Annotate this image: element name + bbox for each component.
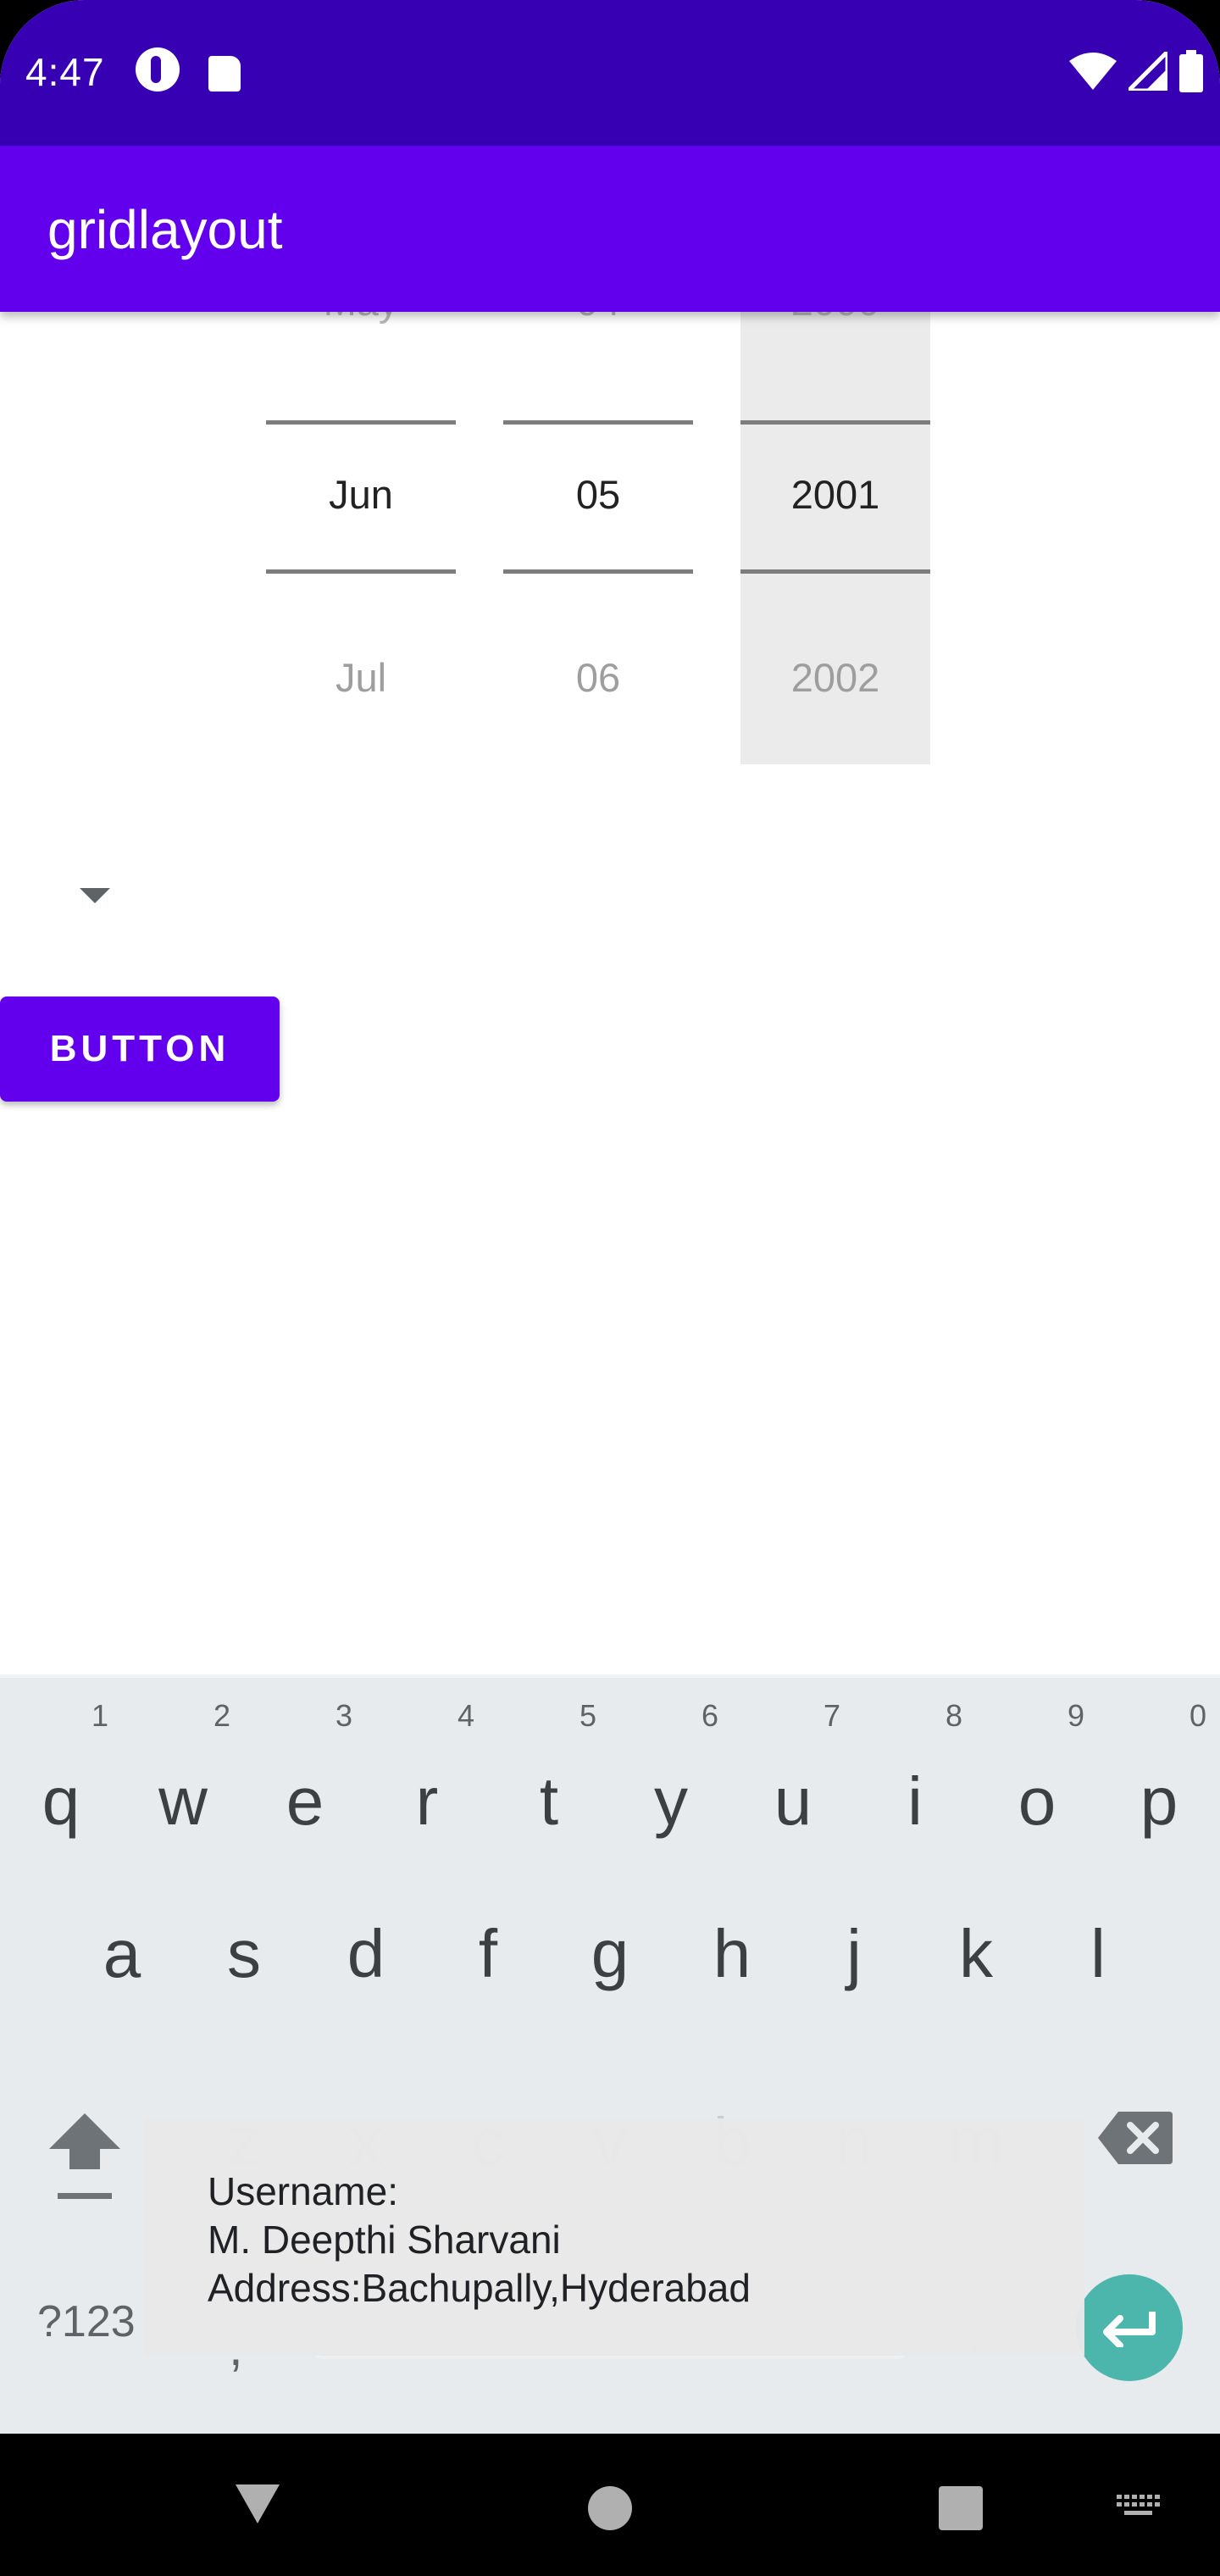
key-g[interactable]: g (549, 1915, 671, 1993)
key-l[interactable]: l (1037, 1915, 1159, 1993)
cookie-icon (136, 47, 180, 92)
picker-divider (503, 420, 693, 425)
key-f[interactable]: f (427, 1915, 549, 1993)
sd-card-icon (208, 56, 241, 92)
backspace-icon[interactable] (1098, 2110, 1173, 2166)
key-q[interactable]: q (0, 1763, 122, 1840)
battery-icon (1179, 50, 1203, 92)
key-u[interactable]: u (732, 1763, 854, 1840)
key-hint: 1 (91, 1698, 109, 1733)
picker-divider (266, 569, 456, 574)
picker-divider (266, 420, 456, 425)
day-picker[interactable]: 04 05 06 (503, 279, 693, 764)
app-title: gridlayout (47, 199, 283, 260)
key-hint: 8 (945, 1698, 963, 1733)
cell-signal-icon (1128, 52, 1167, 91)
screen: 4:47 gridlayout May Jun Jul 04 05 06 200… (0, 0, 1220, 2576)
year-picker[interactable]: 2000 2001 2002 (740, 279, 930, 764)
key-hint: 5 (579, 1698, 597, 1733)
key-hint: 4 (457, 1698, 475, 1733)
clipboard-suggestion-popup[interactable]: Username: M. Deepthi Sharvani Address:Ba… (144, 2118, 1084, 2356)
key-y[interactable]: y (610, 1763, 732, 1840)
key-r[interactable]: r (366, 1763, 488, 1840)
clipboard-text: Username: M. Deepthi Sharvani Address:Ba… (208, 2169, 751, 2310)
home-icon[interactable] (588, 2486, 632, 2530)
key-o[interactable]: o (976, 1763, 1098, 1840)
day-next[interactable]: 06 (503, 654, 693, 701)
status-right-icons (1069, 47, 1203, 95)
picker-divider (503, 569, 693, 574)
month-current[interactable]: Jun (266, 471, 456, 518)
dropdown-arrow-icon[interactable] (80, 888, 110, 903)
key-a[interactable]: a (61, 1915, 183, 1993)
key-hint: 6 (701, 1698, 719, 1733)
key-hint: 3 (335, 1698, 353, 1733)
key-hint: 2 (213, 1698, 231, 1733)
key-hint: 9 (1067, 1698, 1085, 1733)
shift-icon[interactable] (47, 2110, 122, 2212)
day-current[interactable]: 05 (503, 471, 693, 518)
symbols-key[interactable]: ?123 (37, 2296, 136, 2347)
main-button[interactable]: BUTTON (0, 997, 280, 1102)
key-h[interactable]: h (671, 1915, 793, 1993)
year-next[interactable]: 2002 (740, 654, 930, 701)
app-bar: gridlayout (0, 146, 1220, 312)
key-i[interactable]: i (854, 1763, 976, 1840)
picker-divider (740, 420, 930, 425)
status-time: 4:47 (25, 50, 105, 94)
key-d[interactable]: d (305, 1915, 427, 1993)
key-hint: 7 (823, 1698, 841, 1733)
year-current[interactable]: 2001 (740, 471, 930, 518)
back-icon[interactable] (236, 2484, 280, 2523)
navigation-bar (0, 2434, 1220, 2576)
picker-divider (740, 569, 930, 574)
key-p[interactable]: p (1098, 1763, 1220, 1840)
month-next[interactable]: Jul (266, 654, 456, 701)
key-w[interactable]: w (122, 1763, 244, 1840)
wifi-icon (1069, 53, 1117, 90)
key-e[interactable]: e (244, 1763, 366, 1840)
recents-icon[interactable] (939, 2486, 983, 2530)
key-t[interactable]: t (488, 1763, 610, 1840)
enter-key[interactable] (1076, 2274, 1183, 2381)
key-hint: 0 (1189, 1698, 1207, 1733)
key-s[interactable]: s (183, 1915, 305, 1993)
month-picker[interactable]: May Jun Jul (266, 279, 456, 764)
key-k[interactable]: k (915, 1915, 1037, 1993)
key-j[interactable]: j (793, 1915, 915, 1993)
status-bar: 4:47 (0, 0, 1220, 146)
keyboard-switch-icon[interactable] (1117, 2495, 1161, 2518)
enter-icon (1103, 2312, 1156, 2347)
